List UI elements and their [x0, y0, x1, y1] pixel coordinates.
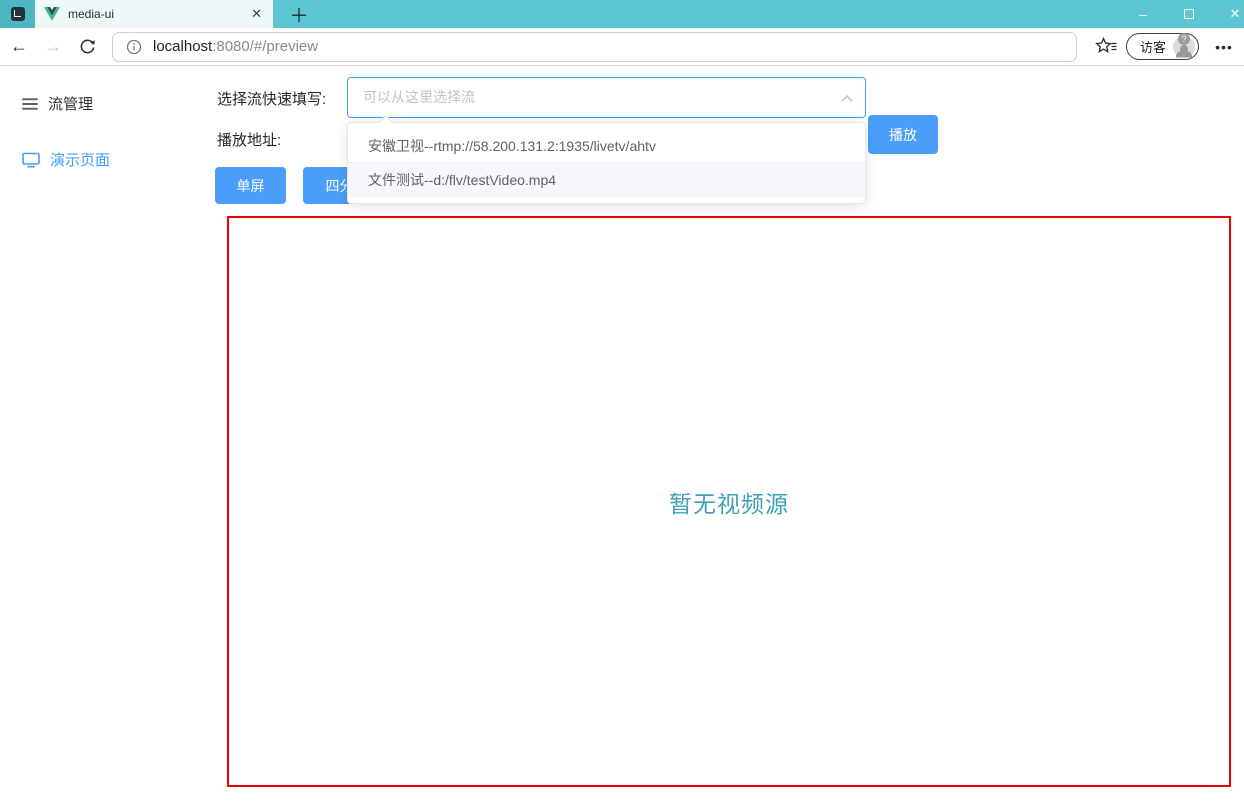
- guest-profile-button[interactable]: 访客 ?: [1126, 33, 1199, 60]
- address-bar[interactable]: localhost:8080/#/preview: [112, 32, 1077, 62]
- video-player-area: 暂无视频源: [227, 216, 1231, 787]
- new-tab-button[interactable]: ＋: [273, 0, 325, 28]
- refresh-icon: [79, 38, 96, 55]
- back-button[interactable]: ←: [2, 31, 36, 63]
- stream-list-icon: [22, 97, 38, 111]
- vue-favicon-icon: [44, 7, 60, 21]
- stream-select-dropdown: 安徽卫视--rtmp://58.200.131.2:1935/livetv/ah…: [347, 122, 866, 204]
- browser-tab[interactable]: media-ui ✕: [35, 0, 273, 28]
- url-text: localhost:8080/#/preview: [153, 38, 318, 55]
- guest-avatar: ?: [1173, 36, 1195, 58]
- more-menu-button[interactable]: •••: [1208, 39, 1240, 55]
- guest-label: 访客: [1140, 37, 1166, 56]
- maximize-icon: [1184, 9, 1194, 19]
- sidebar-item-label: 流管理: [48, 93, 93, 114]
- sidebar-item-stream-management[interactable]: 流管理: [22, 93, 93, 114]
- window-close-button[interactable]: ✕: [1212, 0, 1244, 28]
- tabs-aside-icon: [11, 7, 25, 21]
- favorites-button[interactable]: [1091, 37, 1121, 56]
- browser-titlebar: media-ui ✕ ＋ – ✕: [0, 0, 1244, 28]
- forward-button: →: [36, 31, 70, 63]
- url-host: localhost: [153, 38, 212, 55]
- favorites-star-icon: [1095, 37, 1117, 56]
- browser-window: media-ui ✕ ＋ – ✕ ← → localhost:8080/#/pr…: [0, 0, 1244, 812]
- single-screen-button[interactable]: 单屏: [215, 167, 286, 204]
- maximize-button[interactable]: [1166, 0, 1212, 28]
- stream-option-anhui-tv[interactable]: 安徽卫视--rtmp://58.200.131.2:1935/livetv/ah…: [348, 129, 865, 163]
- stream-select[interactable]: 可以从这里选择流: [347, 77, 866, 118]
- refresh-button[interactable]: [70, 31, 104, 63]
- monitor-icon: [22, 152, 40, 168]
- tab-close-icon[interactable]: ✕: [249, 6, 264, 22]
- minimize-button[interactable]: –: [1120, 0, 1166, 28]
- select-stream-label: 选择流快速填写:: [217, 88, 326, 109]
- sidebar-item-demo-page[interactable]: 演示页面: [22, 149, 110, 170]
- stream-select-placeholder: 可以从这里选择流: [348, 78, 865, 117]
- tab-title: media-ui: [68, 7, 241, 21]
- play-button[interactable]: 播放: [868, 115, 938, 154]
- browser-toolbar: ← → localhost:8080/#/preview 访客: [0, 28, 1244, 66]
- sidebar-item-label: 演示页面: [50, 149, 110, 170]
- set-tabs-aside-button[interactable]: [0, 0, 35, 28]
- stream-option-file-test[interactable]: 文件测试--d:/flv/testVideo.mp4: [348, 163, 865, 197]
- window-controls: – ✕: [1120, 0, 1244, 28]
- no-video-source-text: 暂无视频源: [669, 485, 789, 519]
- question-badge: ?: [1178, 33, 1190, 45]
- play-address-label: 播放地址:: [217, 129, 281, 150]
- info-icon: [126, 39, 142, 55]
- url-path: :8080/#/preview: [212, 38, 318, 55]
- chevron-up-icon: [841, 95, 853, 102]
